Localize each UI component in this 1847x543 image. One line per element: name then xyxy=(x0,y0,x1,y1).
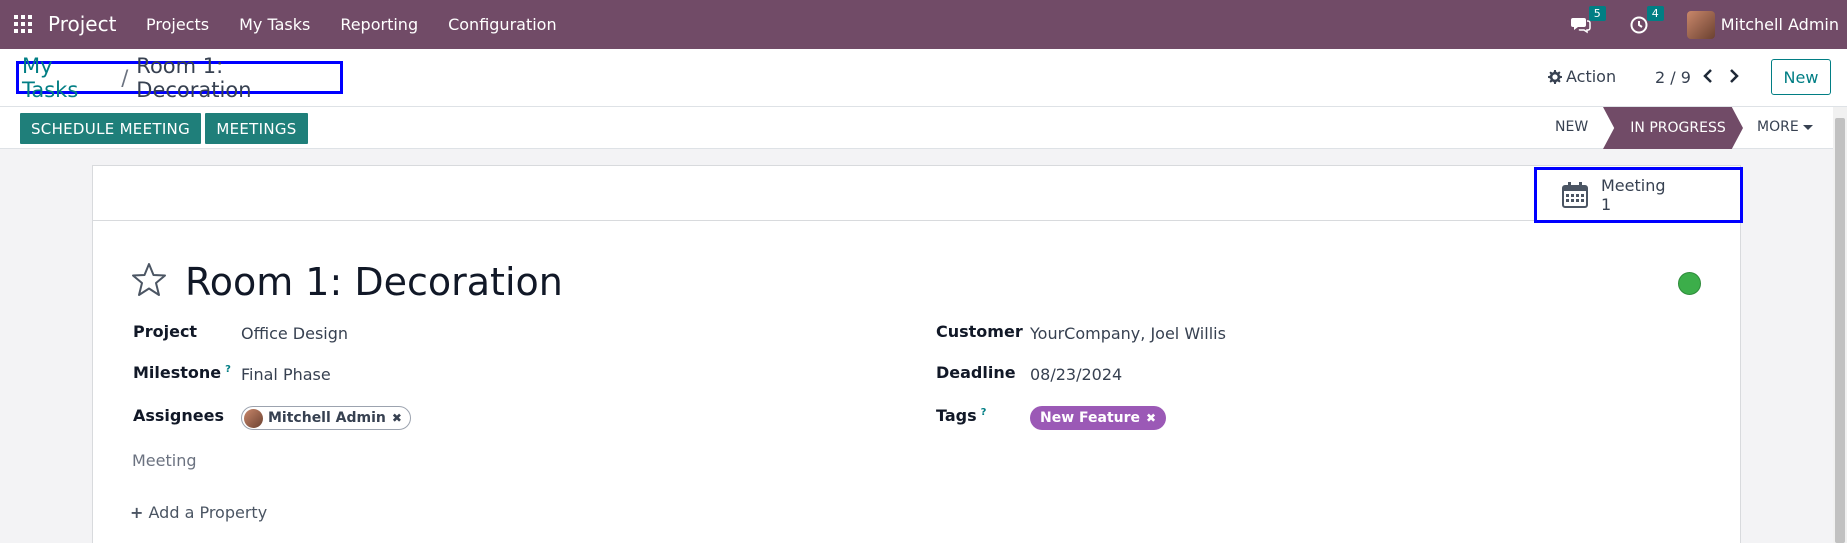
main-menu: Projects My Tasks Reporting Configuratio… xyxy=(146,15,557,34)
form-statusbar: SCHEDULE MEETING MEETINGS NEW IN PROGRES… xyxy=(0,107,1847,149)
breadcrumb: My Tasks / Room 1: Decoration xyxy=(16,54,343,102)
messages-badge: 5 xyxy=(1588,5,1606,21)
stage-new[interactable]: NEW xyxy=(1555,119,1588,135)
tags-label: Tags? xyxy=(936,406,987,425)
milestone-label: Milestone? xyxy=(133,363,231,382)
breadcrumb-current: Room 1: Decoration xyxy=(136,53,252,102)
activities-badge: 4 xyxy=(1646,5,1664,21)
menu-item-projects[interactable]: Projects xyxy=(146,15,209,34)
meeting-stat-label: Meeting xyxy=(1601,176,1666,195)
messages-icon[interactable]: 5 xyxy=(1570,5,1606,36)
form-sheet: Meeting 1 Room 1: Decoration Project Off… xyxy=(92,165,1743,543)
pager-value[interactable]: 2 / 9 xyxy=(1655,68,1691,87)
calendar-icon xyxy=(1562,182,1588,208)
assignee-name: Mitchell Admin xyxy=(268,410,386,426)
meeting-stat-text: Meeting 1 xyxy=(1601,176,1666,214)
breadcrumb-separator: / xyxy=(121,65,129,90)
menu-item-configuration[interactable]: Configuration xyxy=(448,15,557,34)
project-field[interactable]: Office Design xyxy=(241,324,348,343)
customer-label: Customer xyxy=(936,322,1023,341)
assignee-avatar xyxy=(244,408,263,428)
favorite-star-icon[interactable] xyxy=(131,262,167,302)
activities-clock-icon[interactable]: 4 xyxy=(1629,5,1664,36)
user-avatar[interactable] xyxy=(1686,10,1715,39)
milestone-field[interactable]: Final Phase xyxy=(241,365,331,384)
pager-previous-icon[interactable] xyxy=(1698,66,1718,86)
add-property-button[interactable]: + Add a Property xyxy=(130,503,267,522)
customer-field[interactable]: YourCompany, Joel Willis xyxy=(1030,324,1226,343)
remove-tag-icon[interactable]: ✖ xyxy=(1146,411,1156,425)
button-box xyxy=(93,166,1740,221)
deadline-field[interactable]: 08/23/2024 xyxy=(1030,365,1122,384)
app-brand[interactable]: Project xyxy=(48,12,116,36)
project-label: Project xyxy=(133,322,198,341)
user-name[interactable]: Mitchell Admin xyxy=(1721,15,1839,34)
assignee-tag[interactable]: Mitchell Admin ✖ xyxy=(241,406,411,430)
stage-in-progress[interactable]: IN PROGRESS xyxy=(1603,107,1743,149)
caret-down-icon xyxy=(1802,124,1813,130)
top-navbar: Project Projects My Tasks Reporting Conf… xyxy=(0,0,1847,49)
action-button[interactable]: Action xyxy=(1548,67,1616,86)
menu-item-my-tasks[interactable]: My Tasks xyxy=(239,15,310,34)
new-record-button[interactable]: New xyxy=(1771,59,1831,95)
stage-more-label: MORE xyxy=(1757,119,1799,135)
tags-help-icon[interactable]: ? xyxy=(981,407,987,418)
deadline-label: Deadline xyxy=(936,363,1016,382)
tag-label: New Feature xyxy=(1040,410,1141,426)
breadcrumb-my-tasks[interactable]: My Tasks xyxy=(22,54,113,102)
meetings-button[interactable]: MEETINGS xyxy=(205,113,308,144)
milestone-help-icon[interactable]: ? xyxy=(225,364,231,375)
action-label: Action xyxy=(1566,67,1617,86)
remove-assignee-icon[interactable]: ✖ xyxy=(392,411,402,425)
meeting-property-label: Meeting xyxy=(132,451,197,470)
plus-icon: + xyxy=(130,503,144,522)
schedule-meeting-button[interactable]: SCHEDULE MEETING xyxy=(20,113,201,144)
apps-menu-icon[interactable] xyxy=(14,15,32,33)
menu-item-reporting[interactable]: Reporting xyxy=(340,15,418,34)
pager-next-icon[interactable] xyxy=(1724,66,1744,86)
task-title[interactable]: Room 1: Decoration xyxy=(185,260,563,304)
gear-icon xyxy=(1548,69,1562,84)
scrollbar-thumb[interactable] xyxy=(1835,118,1845,543)
meeting-stat-value: 1 xyxy=(1601,195,1612,214)
kanban-state-indicator[interactable] xyxy=(1678,272,1701,295)
assignees-label: Assignees xyxy=(133,406,224,425)
control-panel: My Tasks / Room 1: Decoration Action 2 /… xyxy=(0,49,1847,107)
systray: 5 4 Mitchell Admin xyxy=(1570,0,1847,49)
tag-new-feature[interactable]: New Feature ✖ xyxy=(1030,406,1167,430)
stage-more-dropdown[interactable]: MORE xyxy=(1757,119,1813,135)
meeting-stat-button[interactable]: Meeting 1 xyxy=(1534,167,1743,223)
